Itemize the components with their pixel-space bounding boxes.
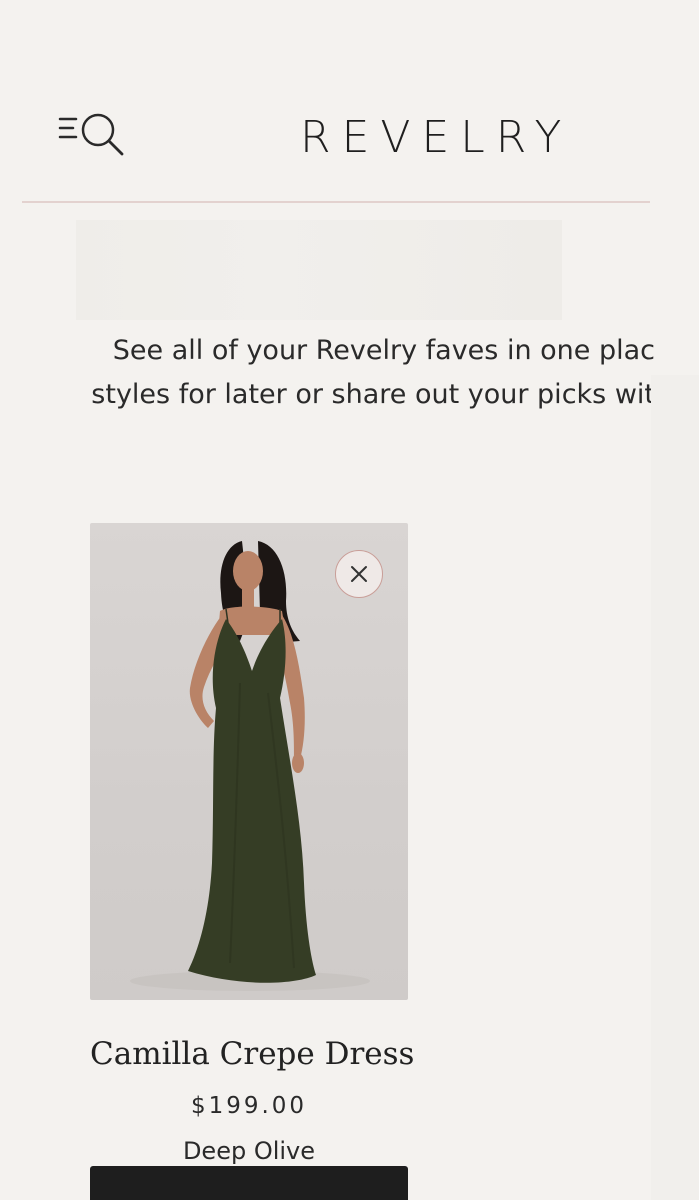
intro-text: See all of your Revelry faves in one pla…	[0, 333, 655, 423]
offscreen-panel-edge	[651, 375, 699, 1200]
brand-logo[interactable]: REVELRY	[300, 112, 572, 163]
favorite-product-card[interactable]: Camilla Crepe Dress $199.00 Deep Olive	[90, 523, 414, 1179]
product-price: $199.00	[190, 1093, 308, 1119]
product-name[interactable]: Camilla Crepe Dress	[90, 1036, 414, 1072]
add-to-bag-button[interactable]	[90, 1166, 408, 1200]
header-divider	[22, 201, 650, 203]
banner-placeholder	[76, 220, 562, 320]
product-image[interactable]	[90, 523, 408, 1000]
menu-search-icon	[58, 113, 124, 156]
intro-line-1: See all of your Revelry faves in one pla…	[112, 335, 655, 366]
product-color: Deep Olive	[182, 1137, 316, 1165]
close-icon	[351, 566, 367, 582]
intro-line-2: styles for later or share out your picks…	[91, 379, 655, 410]
site-header: REVELRY	[0, 0, 699, 204]
menu-search-button[interactable]	[56, 110, 128, 160]
favorites-page: REVELRY See all of your Revelry faves in…	[0, 0, 699, 1200]
remove-favorite-button[interactable]	[335, 550, 383, 598]
